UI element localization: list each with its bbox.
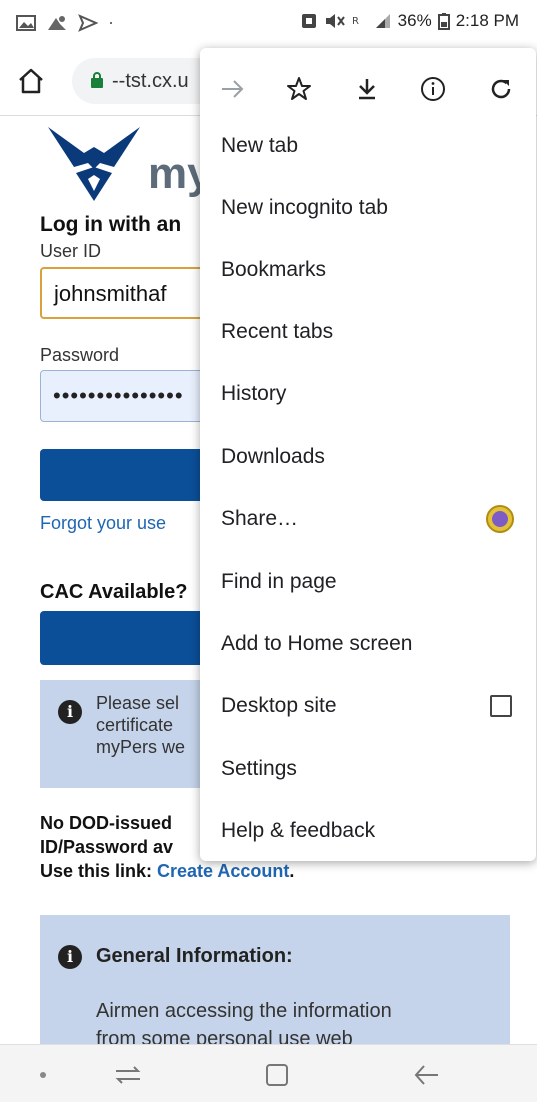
back-icon[interactable] <box>412 1062 442 1088</box>
signal-icon <box>375 14 390 28</box>
menu-item-label: Bookmarks <box>221 258 327 281</box>
air-force-logo <box>48 127 140 201</box>
menu-item-settings[interactable]: Settings <box>200 738 536 800</box>
dod-line: Use this link: Create Account. <box>40 859 294 883</box>
menu-item-label: Add to Home screen <box>221 632 413 655</box>
share-app-icon <box>486 505 514 533</box>
login-title: Log in with an <box>40 213 182 236</box>
battery-icon <box>437 13 450 30</box>
general-info-line: Airmen accessing the information <box>96 1000 392 1022</box>
forward-arrow-icon[interactable] <box>216 72 250 106</box>
userid-label: User ID <box>40 241 102 261</box>
menu-item-recent-tabs[interactable]: Recent tabs <box>200 301 536 363</box>
menu-item-label: Recent tabs <box>221 320 334 343</box>
info-circle-icon: i <box>58 700 82 724</box>
menu-item-label: Find in page <box>221 570 337 593</box>
url-text: --tst.cx.u <box>112 70 189 92</box>
dod-link-suffix: . <box>289 861 295 881</box>
menu-item-new-incognito-tab[interactable]: New incognito tab <box>200 177 536 239</box>
app-notification-icon <box>48 15 66 30</box>
menu-item-history[interactable]: History <box>200 363 536 425</box>
menu-item-find-in-page[interactable]: Find in page <box>200 551 536 613</box>
gallery-notification-icon <box>16 14 36 31</box>
dod-link-prefix: Use this link: <box>40 861 158 881</box>
info-circle-icon: i <box>58 945 82 969</box>
nfc-icon <box>301 14 316 28</box>
menu-item-label: Share… <box>221 507 299 530</box>
info-icon[interactable] <box>416 72 450 106</box>
create-account-link[interactable]: Create Account <box>157 861 289 881</box>
home-button-icon[interactable] <box>263 1061 291 1089</box>
more-notifications-dot: · <box>108 12 114 32</box>
general-info-title: General Information: <box>96 945 293 967</box>
menu-item-add-to-home-screen[interactable]: Add to Home screen <box>200 613 536 675</box>
menu-item-bookmarks[interactable]: Bookmarks <box>200 239 536 301</box>
recent-apps-icon[interactable] <box>112 1062 144 1088</box>
menu-item-desktop-site[interactable]: Desktop site <box>200 675 536 737</box>
clock: 2:18 PM <box>455 11 519 30</box>
svg-text:R: R <box>352 16 359 27</box>
home-icon[interactable] <box>16 66 46 96</box>
status-bar: · R 36% 2:18 PM <box>0 0 537 44</box>
forgot-userid-link[interactable]: Forgot your use <box>40 513 166 534</box>
lock-icon <box>91 72 103 88</box>
menu-item-share[interactable]: Share… <box>200 488 536 550</box>
menu-item-label: Downloads <box>221 445 325 468</box>
system-nav-bar <box>0 1044 537 1102</box>
download-icon[interactable] <box>350 72 384 106</box>
password-label: Password <box>40 345 120 365</box>
wifi-call-icon: R <box>352 16 359 27</box>
menu-item-label: History <box>221 382 287 405</box>
menu-item-label: Help & feedback <box>221 819 376 842</box>
menu-item-new-tab[interactable]: New tab <box>200 115 536 177</box>
general-info-line: from some personal use web <box>96 1028 353 1044</box>
battery-percent: 36% <box>397 11 432 30</box>
star-icon[interactable] <box>282 72 316 106</box>
menu-item-downloads[interactable]: Downloads <box>200 426 536 488</box>
menu-item-label: Desktop site <box>221 694 337 717</box>
status-left-icons: · <box>16 12 114 33</box>
browser-overflow-menu: New tab New incognito tab Bookmarks Rece… <box>200 48 536 861</box>
desktop-site-checkbox[interactable] <box>490 695 512 717</box>
menu-item-help-feedback[interactable]: Help & feedback <box>200 800 536 862</box>
general-info-box: i General Information: Airmen accessing … <box>40 915 510 1044</box>
cac-title: CAC Available? <box>40 581 188 603</box>
mute-icon <box>325 14 345 28</box>
menu-item-label: New incognito tab <box>221 196 388 219</box>
refresh-icon[interactable] <box>484 72 518 106</box>
send-notification-icon <box>78 13 98 32</box>
status-right-icons: R 36% 2:18 PM <box>300 11 519 31</box>
menu-item-label: Settings <box>221 757 297 780</box>
general-info-body: Airmen accessing the information from so… <box>96 997 496 1044</box>
menu-item-label: New tab <box>221 134 299 157</box>
nav-dot-indicator <box>40 1072 46 1078</box>
